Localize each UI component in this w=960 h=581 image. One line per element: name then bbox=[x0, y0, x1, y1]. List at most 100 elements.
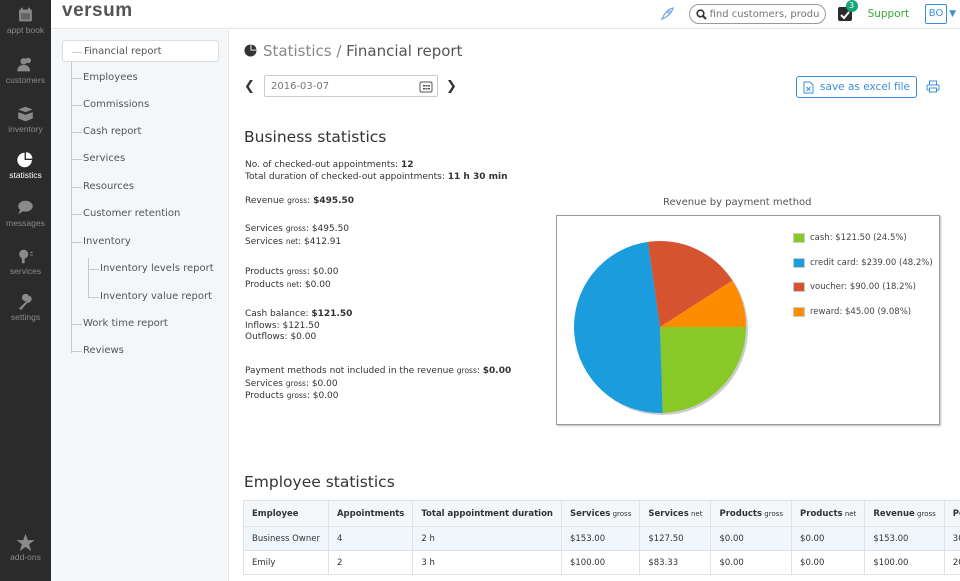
rail-label: customers bbox=[5, 75, 46, 85]
tree-connector bbox=[72, 242, 82, 243]
star-icon bbox=[16, 533, 35, 552]
column-header[interactable]: Total appointment duration bbox=[412, 500, 562, 527]
pie-chart-icon bbox=[17, 152, 33, 168]
breadcrumb-parent[interactable]: Statistics bbox=[263, 42, 332, 60]
calendar-icon[interactable] bbox=[419, 80, 433, 93]
nav-item-work-time-report[interactable]: Work time report bbox=[72, 313, 212, 335]
pie-svg bbox=[574, 241, 748, 415]
legend-item: voucher: $90.00 (18.2%) bbox=[793, 275, 933, 300]
print-icon[interactable] bbox=[926, 80, 940, 93]
table-cell: 30.9% bbox=[943, 526, 960, 551]
table-cell: $83.33 bbox=[639, 550, 712, 575]
employee-table: Employee Appointments Total appointment du… bbox=[243, 500, 960, 575]
nav-item-reviews[interactable]: Reviews bbox=[72, 340, 212, 362]
pie-slice-cash[interactable] bbox=[660, 327, 746, 413]
legend-item: reward: $45.00 (9.08%) bbox=[793, 300, 933, 325]
table-cell: 2 h bbox=[412, 526, 562, 551]
nav-label: Work time report bbox=[83, 318, 168, 329]
rail-label: add-ons bbox=[10, 552, 41, 562]
products-stat: Products gross: $0.00 Products net: $0.00 bbox=[245, 267, 339, 290]
column-header[interactable]: Services gross bbox=[560, 500, 641, 527]
tree-connector bbox=[89, 297, 99, 298]
table-cell: Business Owner bbox=[243, 526, 329, 551]
nav-item-inventory[interactable]: Inventory bbox=[72, 231, 212, 253]
employee-statistics-title: Employee statistics bbox=[244, 473, 395, 491]
legend-label: credit card: $239.00 (48.2%) bbox=[810, 257, 933, 268]
rail-item-settings[interactable]: settings bbox=[0, 292, 51, 322]
table-cell: $0.00 bbox=[710, 526, 793, 551]
nav-item-services[interactable]: Services bbox=[72, 148, 212, 170]
appointments-stat: No. of checked-out appointments: 12 Total… bbox=[245, 160, 508, 182]
pie-chart-icon bbox=[244, 44, 257, 57]
rail-item-add-ons[interactable]: add-ons bbox=[0, 532, 51, 562]
nav-label: Employees bbox=[83, 72, 138, 83]
prev-date-button[interactable]: ❮ bbox=[244, 79, 256, 94]
hairdryer-icon bbox=[19, 249, 33, 264]
column-header[interactable]: Employee bbox=[243, 500, 329, 527]
save-excel-button[interactable]: save as excel file bbox=[796, 76, 917, 98]
search-input[interactable] bbox=[709, 8, 820, 20]
column-header[interactable]: Products net bbox=[791, 500, 866, 527]
chevron-down-icon[interactable]: ▼ bbox=[949, 9, 956, 19]
table-cell: 2 bbox=[327, 550, 414, 575]
app-rail: appt book customers inventory statistics mes… bbox=[0, 0, 51, 581]
nav-item-financial-report[interactable]: Financial report bbox=[62, 40, 219, 62]
legend-swatch bbox=[793, 306, 805, 317]
column-header[interactable]: Services net bbox=[639, 500, 712, 527]
table-cell: 20.2% bbox=[943, 550, 960, 575]
table-cell: $0.00 bbox=[791, 550, 866, 575]
pie-slice-credit-card[interactable] bbox=[574, 241, 663, 413]
tree-connector bbox=[72, 52, 82, 53]
nav-item-cash-report[interactable]: Cash report bbox=[72, 121, 212, 143]
column-header[interactable]: Revenue gross bbox=[864, 500, 945, 527]
rail-item-messages[interactable]: messages bbox=[0, 198, 51, 228]
legend-label: cash: $121.50 (24.5%) bbox=[810, 233, 907, 244]
tree-connector bbox=[72, 351, 82, 352]
boxes-icon bbox=[18, 106, 33, 122]
nav-item-employees[interactable]: Employees bbox=[72, 67, 212, 89]
rail-item-statistics[interactable]: statistics bbox=[0, 150, 51, 180]
nav-label: Inventory levels report bbox=[100, 263, 214, 274]
nav-item-inventory-value-report[interactable]: Inventory value report bbox=[89, 286, 229, 308]
excel-file-icon bbox=[803, 81, 814, 93]
not-included-stat: Payment methods not included in the reve… bbox=[245, 366, 512, 401]
date-value: 2016-03-07 bbox=[271, 80, 330, 92]
breadcrumb-current: Financial report bbox=[346, 42, 463, 60]
column-header[interactable]: Products gross bbox=[710, 500, 793, 527]
legend-label: reward: $45.00 (9.08%) bbox=[810, 306, 912, 317]
nav-item-commissions[interactable]: Commissions bbox=[72, 94, 212, 116]
rocket-icon[interactable] bbox=[659, 6, 675, 22]
nav-label: Inventory bbox=[83, 236, 131, 247]
nav-item-inventory-levels-report[interactable]: Inventory levels report bbox=[89, 258, 229, 280]
calendar-icon bbox=[19, 7, 32, 22]
legend-item: credit card: $239.00 (48.2%) bbox=[793, 251, 933, 276]
table-cell: $100.00 bbox=[560, 550, 641, 575]
user-avatar[interactable]: BO bbox=[925, 4, 948, 24]
table-cell: Emily bbox=[243, 550, 329, 575]
date-field[interactable]: 2016-03-07 bbox=[264, 75, 438, 97]
support-link[interactable]: Support bbox=[868, 8, 910, 20]
table-row: Emily 2 3 h $100.00 $83.33 $0.00 $0.00 $100.00 2… bbox=[243, 550, 960, 575]
tree-connector bbox=[72, 324, 82, 325]
tree-connector bbox=[72, 78, 82, 79]
tasks-button[interactable]: 3 bbox=[837, 0, 858, 21]
column-header[interactable]: Appointments bbox=[327, 500, 414, 527]
search-icon bbox=[695, 8, 707, 20]
rail-item-customers[interactable]: customers bbox=[0, 55, 51, 85]
column-header[interactable]: Per cent bbox=[943, 500, 960, 527]
nav-item-resources[interactable]: Resources bbox=[72, 176, 212, 198]
nav-label: Resources bbox=[83, 181, 135, 192]
rail-item-services[interactable]: services bbox=[0, 246, 51, 276]
legend-item: cash: $121.50 (24.5%) bbox=[793, 226, 933, 251]
next-date-button[interactable]: ❯ bbox=[446, 79, 458, 94]
table-cell: 4 bbox=[327, 526, 414, 551]
search-field[interactable] bbox=[688, 4, 826, 24]
users-icon bbox=[17, 57, 31, 72]
logo: versum bbox=[62, 0, 133, 21]
tree-connector bbox=[72, 159, 82, 160]
rail-label: statistics bbox=[9, 170, 42, 180]
nav-item-customer-retention[interactable]: Customer retention bbox=[72, 203, 212, 225]
rail-item-inventory[interactable]: inventory bbox=[0, 104, 51, 134]
legend-swatch bbox=[793, 233, 805, 244]
rail-item-appt-book[interactable]: appt book bbox=[0, 5, 51, 35]
